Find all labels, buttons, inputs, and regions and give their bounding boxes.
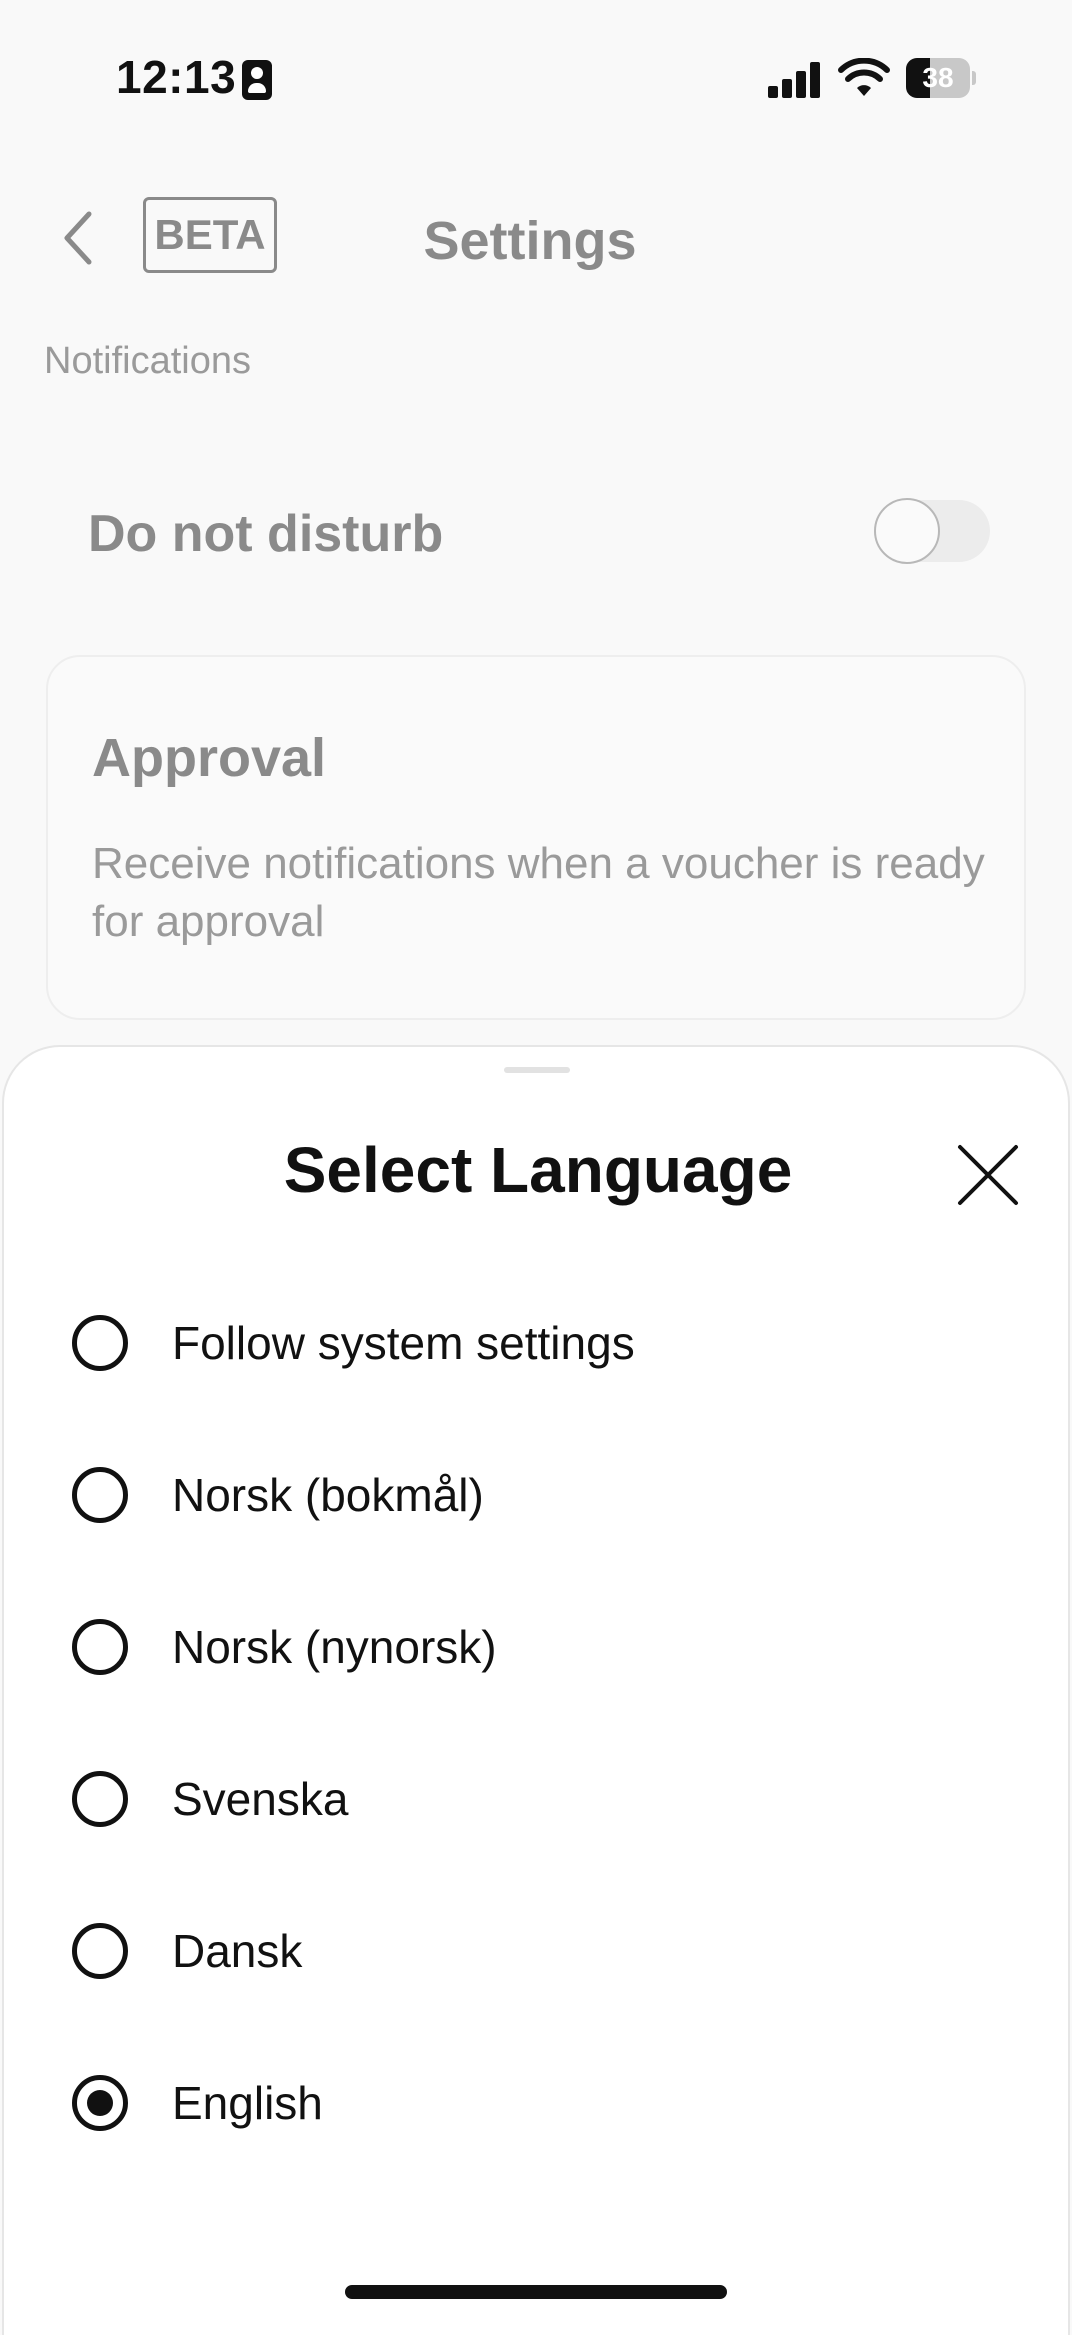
- language-option-label: Norsk (bokmål): [172, 1469, 484, 1521]
- do-not-disturb-toggle[interactable]: [874, 498, 990, 564]
- chevron-left-icon: [64, 211, 92, 265]
- radio-button[interactable]: [72, 2075, 128, 2131]
- status-bar: 12:13 38: [0, 0, 1072, 160]
- close-icon: [958, 1145, 1018, 1205]
- language-option-english[interactable]: English: [4, 2027, 1072, 2179]
- language-option-label: English: [172, 2077, 323, 2129]
- language-options-list: Follow system settings Norsk (bokmål) No…: [4, 1267, 1072, 2179]
- wifi-icon: [838, 58, 890, 96]
- radio-button[interactable]: [72, 1619, 128, 1675]
- radio-button[interactable]: [72, 1315, 128, 1371]
- beta-badge: BETA: [143, 197, 277, 273]
- do-not-disturb-label: Do not disturb: [88, 505, 444, 563]
- language-option-label: Svenska: [172, 1773, 349, 1825]
- back-button[interactable]: [50, 200, 106, 276]
- toggle-knob: [874, 498, 940, 564]
- approval-description: Receive notifications when a voucher is …: [92, 839, 985, 946]
- page-title: Settings: [423, 211, 637, 271]
- cellular-signal-icon: [768, 62, 822, 98]
- status-time: 12:13: [116, 51, 237, 103]
- radio-button[interactable]: [72, 1923, 128, 1979]
- language-option-label: Norsk (nynorsk): [172, 1621, 497, 1673]
- language-option-norsk-bokmal[interactable]: Norsk (bokmål): [4, 1419, 1072, 1571]
- battery-level: 38: [922, 62, 954, 93]
- language-bottom-sheet: Select Language Follow system settings N…: [2, 1045, 1070, 2335]
- section-label-notifications: Notifications: [44, 340, 251, 382]
- home-indicator: [345, 2285, 727, 2299]
- language-option-system[interactable]: Follow system settings: [4, 1267, 1072, 1419]
- contact-card-icon: [242, 60, 272, 100]
- language-option-label: Follow system settings: [172, 1317, 635, 1369]
- close-button[interactable]: [948, 1135, 1028, 1215]
- sheet-title: Select Language: [283, 1134, 793, 1206]
- sheet-drag-handle[interactable]: [504, 1067, 570, 1073]
- radio-button[interactable]: [72, 1467, 128, 1523]
- language-option-svenska[interactable]: Svenska: [4, 1723, 1072, 1875]
- language-option-dansk[interactable]: Dansk: [4, 1875, 1072, 2027]
- approval-card[interactable]: Approval Receive notifications when a vo…: [46, 655, 1026, 1020]
- language-option-norsk-nynorsk[interactable]: Norsk (nynorsk): [4, 1571, 1072, 1723]
- radio-button[interactable]: [72, 1771, 128, 1827]
- language-option-label: Dansk: [172, 1925, 303, 1977]
- battery-icon: 38: [906, 58, 976, 98]
- approval-title: Approval: [92, 728, 327, 788]
